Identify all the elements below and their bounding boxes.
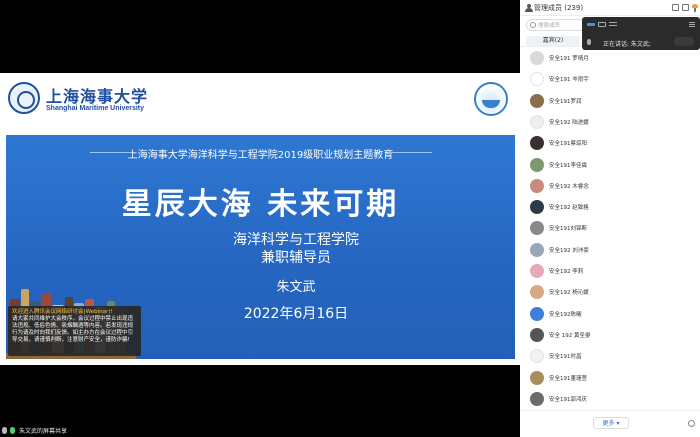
member-row[interactable]: 安全192 李莉	[520, 261, 700, 282]
search-input[interactable]	[538, 21, 584, 30]
slide-date: 2022年6月16日	[243, 306, 349, 322]
member-name: 安全191时昌	[549, 354, 582, 361]
avatar	[530, 370, 544, 385]
avatar	[530, 200, 544, 215]
avatar	[530, 349, 544, 364]
menu-icon[interactable]	[689, 22, 695, 27]
speaking-text: 正在讲话: 朱文武;	[603, 41, 651, 48]
avatar	[530, 327, 544, 342]
pin-icon[interactable]	[692, 4, 698, 12]
member-name: 安全192 陆进媛	[549, 119, 589, 126]
avatar	[530, 391, 544, 406]
member-row[interactable]: 安全192 刘沛豪	[520, 240, 700, 261]
avatar	[530, 93, 544, 108]
collapse-icon[interactable]	[682, 4, 689, 11]
bottom-status-bar: 朱文武的屏幕共享	[0, 425, 520, 437]
speaker-video-thumbnail	[674, 37, 694, 46]
avatar	[530, 157, 544, 172]
avatar	[530, 72, 544, 87]
notice-title: 欢迎进入腾讯会议网络研讨会(Webinar)!	[12, 309, 113, 315]
member-row[interactable]: 安全192陈曦	[520, 304, 700, 325]
member-row[interactable]: 安全191董瑾萱	[520, 368, 700, 389]
member-name: 安全191董瑾萱	[549, 375, 587, 382]
university-name-en: Shanghai Maritime University	[46, 105, 145, 112]
avatar	[530, 114, 544, 129]
member-name: 安全192 杨沁媛	[549, 290, 589, 297]
grid-icon[interactable]	[609, 22, 617, 26]
member-row[interactable]: 安全191时昌	[520, 346, 700, 367]
panel-title: 管理成员 (239)	[534, 4, 584, 12]
more-button[interactable]: 更多 ▾	[593, 417, 629, 429]
sharer-microphone-icon	[10, 427, 15, 434]
avatar	[530, 51, 544, 65]
slide-main-title: 星辰大海 未来可期	[121, 187, 400, 222]
member-row[interactable]: 安全192 杨沁媛	[520, 282, 700, 303]
panel-header: 管理成员 (239)	[520, 0, 700, 16]
notice-text: 请大家共同维护大会秩序。会议过程中禁止出现违法违规、低俗色情、吸烟酗酒等内容。若…	[12, 316, 134, 343]
minimize-icon[interactable]	[587, 23, 595, 26]
member-name: 安全191罗润	[549, 98, 582, 105]
member-row[interactable]: 安全191李佳霖	[520, 155, 700, 176]
member-name: 安全191蔡琼阳	[549, 141, 587, 148]
shared-screen: 上海海事大学 Shanghai Maritime University 上海海事…	[0, 0, 520, 437]
avatar	[530, 178, 544, 193]
search-icon	[530, 22, 536, 28]
member-row[interactable]: 安全192 木睿念	[520, 176, 700, 197]
member-list[interactable]: 安全191 罗晴月 安全191 岑雨宇 安全191罗润 安全192 陆进媛 安全191蔡…	[520, 48, 700, 408]
member-name: 安全191 罗晴月	[549, 56, 589, 62]
college-logo-icon	[474, 82, 508, 116]
member-row[interactable]: 安全192 赵致格	[520, 197, 700, 218]
member-name: 安全192 李莉	[549, 269, 584, 275]
panel-footer: 更多 ▾	[520, 410, 700, 437]
avatar	[530, 285, 544, 300]
member-name: 安全192 赵致格	[549, 205, 589, 212]
member-name: 安全192 刘沛豪	[549, 247, 589, 254]
member-search[interactable]	[526, 19, 586, 31]
member-name: 安全192陈曦	[549, 311, 582, 318]
member-row[interactable]: 安全191郭鸿庆	[520, 389, 700, 408]
member-name: 安全191 岑雨宇	[549, 77, 589, 84]
speaker-microphone-icon	[587, 39, 591, 45]
slide-school: 海洋科学与工程学院	[233, 232, 359, 248]
member-row[interactable]: 安全191刘锦斯	[520, 218, 700, 239]
member-panel: 管理成员 (239) 嘉宾(2) 安全191 罗晴月安全191 岑雨宇安全191…	[520, 0, 700, 437]
member-row[interactable]: 安全 192 黄圣晏	[520, 325, 700, 346]
slide-role: 兼职辅导员	[261, 250, 331, 266]
member-row[interactable]: 安全191蔡琼阳	[520, 133, 700, 154]
microphone-icon[interactable]	[2, 427, 7, 434]
member-row[interactable]: 安全191 罗晴月	[520, 48, 700, 69]
member-name: 安全192 木睿念	[549, 183, 589, 190]
university-name-cn: 上海海事大学	[46, 87, 149, 106]
subtitle-divider-right	[388, 152, 432, 153]
speaking-indicator: 正在讲话: 朱文武;	[582, 17, 700, 50]
avatar	[530, 221, 544, 236]
university-emblem-icon	[8, 82, 40, 114]
member-name: 安全 192 黄圣晏	[549, 332, 591, 339]
slide-subtitle: 上海海事大学海洋科学与工程学院2019级职业规划主题教育	[127, 150, 394, 161]
avatar	[530, 136, 544, 151]
member-name: 安全191郭鸿庆	[549, 396, 587, 403]
member-name: 安全191刘锦斯	[549, 226, 587, 233]
people-icon	[525, 4, 533, 12]
screen-share-label: 朱文武的屏幕共享	[19, 428, 68, 435]
member-row[interactable]: 安全191罗润	[520, 91, 700, 112]
avatar	[530, 264, 544, 278]
member-row[interactable]: 安全192 陆进媛	[520, 112, 700, 133]
window-icon[interactable]	[598, 22, 606, 27]
webinar-notice: 欢迎进入腾讯会议网络研讨会(Webinar)! 请大家共同维护大会秩序。会议过程…	[8, 306, 141, 356]
slide-header: 上海海事大学 Shanghai Maritime University	[0, 73, 520, 125]
slide-presenter: 朱文武	[276, 280, 316, 295]
avatar	[530, 306, 544, 321]
settings-icon[interactable]	[688, 420, 695, 427]
avatar	[530, 242, 544, 257]
member-row[interactable]: 安全191 岑雨宇	[520, 69, 700, 90]
member-name: 安全191李佳霖	[549, 162, 587, 169]
popout-icon[interactable]	[672, 4, 679, 11]
tab-guests[interactable]: 嘉宾(2)	[526, 36, 580, 46]
meeting-window: 上海海事大学 Shanghai Maritime University 上海海事…	[0, 0, 700, 437]
